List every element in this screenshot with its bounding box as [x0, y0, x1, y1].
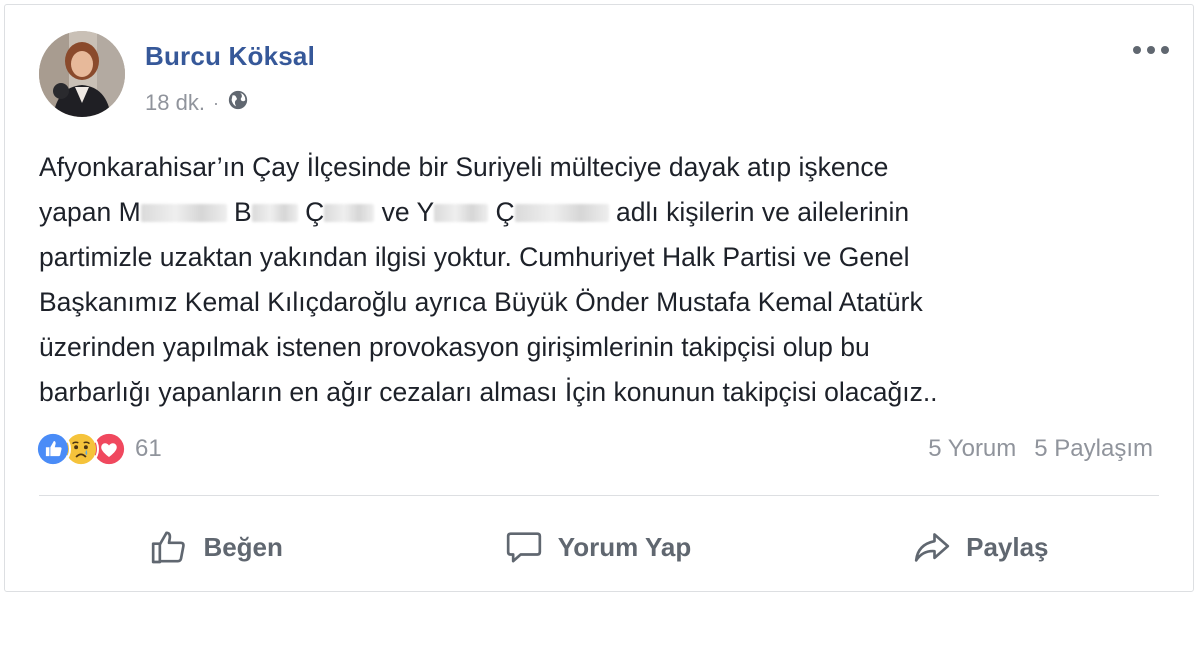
post-timestamp[interactable]: 18 dk. [145, 90, 205, 116]
post-stats: 5 Yorum 5 Paylaşım [928, 435, 1153, 463]
post-text-line: barbarlığı yapanların en ağır cezaları a… [39, 377, 938, 407]
author-name[interactable]: Burcu Köksal [145, 41, 315, 72]
post-text-line: yapan M B Ç ve Y Ç adlı kişilerin ve ail… [39, 190, 1159, 235]
comment-icon [504, 527, 544, 567]
post-text: Afyonkarahisar’ın Çay İlçesinde bir Suri… [39, 145, 1159, 415]
post-text-segment: adlı kişilerin ve ailelerinin [616, 197, 910, 227]
redacted-name [434, 204, 489, 222]
avatar-photo [39, 31, 125, 117]
post-text-segment: yapan M [39, 197, 141, 227]
comment-label: Yorum Yap [557, 531, 692, 562]
post-text-segment: Ç [495, 197, 515, 227]
share-arrow-icon [912, 527, 952, 567]
more-options-icon[interactable] [1129, 35, 1173, 65]
like-reaction-icon [35, 431, 71, 467]
meta-separator: · [212, 92, 219, 113]
redacted-name [251, 204, 298, 222]
like-button[interactable]: Beğen [129, 519, 302, 575]
post-text-line: Başkanımız Kemal Kılıçdaroğlu ayrıca Büy… [39, 287, 923, 317]
redacted-name [324, 204, 375, 222]
post-actions: Beğen Yorum Yap Paylaş [39, 515, 1159, 579]
shares-count-link[interactable]: 5 Paylaşım [1034, 435, 1153, 463]
post-text-segment: ve Y [381, 197, 435, 227]
globe-icon[interactable] [227, 89, 249, 117]
post-text-segment: Ç [305, 197, 325, 227]
divider [39, 495, 1159, 496]
share-button[interactable]: Paylaş [892, 519, 1068, 575]
post-text-line: Afyonkarahisar’ın Çay İlçesinde bir Suri… [39, 152, 889, 182]
comment-button[interactable]: Yorum Yap [484, 519, 711, 575]
post-text-line: üzerinden yapılmak istenen provokasyon g… [39, 332, 870, 362]
redacted-name [514, 204, 609, 222]
post-text-segment: B [234, 197, 252, 227]
redacted-name [140, 204, 227, 222]
thumbs-up-icon [149, 527, 189, 567]
reaction-count: 61 [135, 435, 162, 462]
comments-count-link[interactable]: 5 Yorum [928, 435, 1016, 463]
post-card: Burcu Köksal 18 dk. · Afyonkarahisar’ın … [4, 4, 1194, 592]
like-label: Beğen [203, 531, 283, 562]
post-text-line: partimizle uzaktan yakından ilgisi yoktu… [39, 242, 910, 272]
share-label: Paylaş [966, 531, 1049, 562]
post-meta: 18 dk. · [145, 89, 249, 117]
avatar[interactable] [39, 31, 125, 117]
reactions-summary[interactable]: 61 [35, 431, 162, 467]
